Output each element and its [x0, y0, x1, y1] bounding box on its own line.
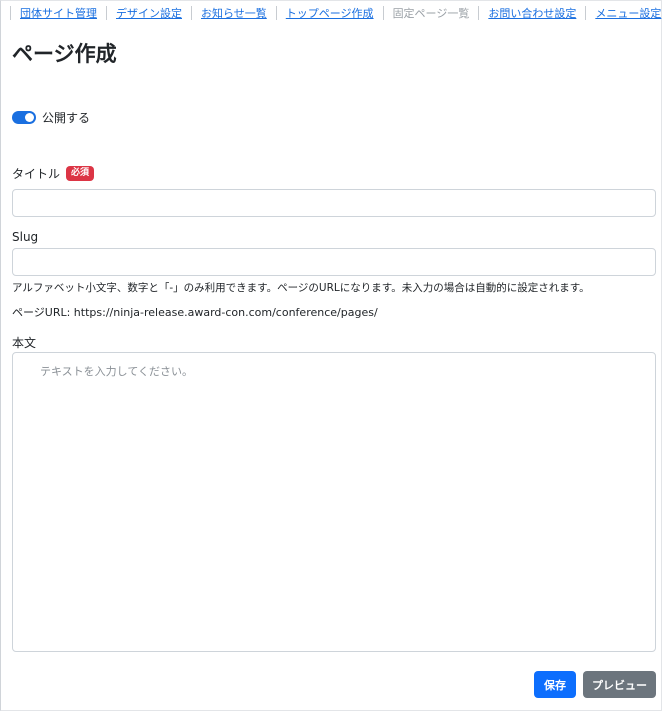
- save-button[interactable]: 保存: [534, 671, 576, 698]
- page-url-text: ページURL: https://ninja-release.award-con.…: [12, 306, 378, 319]
- title-input[interactable]: [12, 189, 656, 217]
- slug-help-text: アルファベット小文字、数字と「-」のみ利用できます。ページのURLになります。未…: [12, 282, 590, 294]
- slug-label: Slug: [12, 230, 39, 244]
- title-label: タイトル: [12, 167, 61, 181]
- title-label-row: タイトル 必須: [12, 165, 95, 182]
- nav-item-group-site[interactable]: 団体サイト管理: [11, 5, 106, 21]
- publish-label: 公開する: [42, 111, 91, 125]
- nav-item-news[interactable]: お知らせ一覧: [192, 5, 276, 21]
- toggle-knob: [25, 113, 34, 122]
- nav-item-design[interactable]: デザイン設定: [107, 5, 191, 21]
- nav-item-menu[interactable]: メニュー設定: [586, 5, 662, 21]
- preview-button[interactable]: プレビュー: [583, 671, 656, 698]
- page-title: ページ作成: [12, 42, 117, 66]
- body-label: 本文: [12, 336, 37, 350]
- body-editor[interactable]: [12, 352, 656, 652]
- nav-item-fixed-pages: 固定ページ一覧: [392, 7, 470, 20]
- publish-toggle[interactable]: [12, 111, 36, 124]
- required-badge: 必須: [66, 166, 95, 181]
- nav-item-contact[interactable]: お問い合わせ設定: [479, 5, 585, 21]
- publish-toggle-group: 公開する: [12, 109, 90, 126]
- top-nav: 団体サイト管理 デザイン設定 お知らせ一覧 トップページ作成 固定ページ一覧 お…: [10, 5, 662, 21]
- slug-input[interactable]: [12, 248, 656, 276]
- body-label-row: 本文: [12, 334, 36, 351]
- nav-item-top-page[interactable]: トップページ作成: [277, 5, 383, 21]
- slug-label-row: Slug: [12, 230, 38, 244]
